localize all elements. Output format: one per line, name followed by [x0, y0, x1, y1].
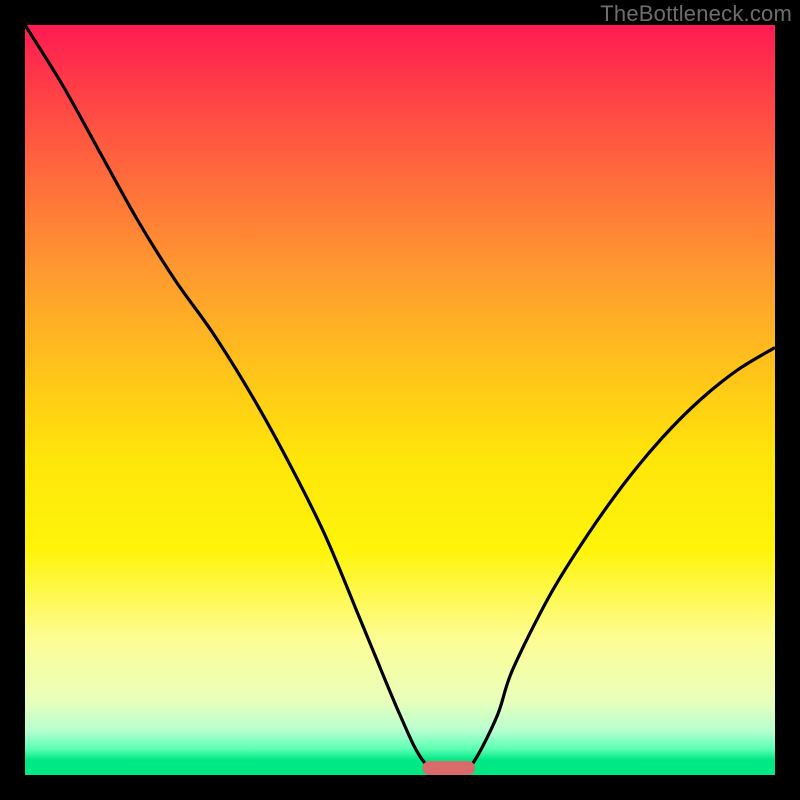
bottleneck-curve [25, 25, 775, 775]
optimal-range-marker [423, 761, 476, 775]
bottleneck-curve-svg [25, 25, 775, 775]
watermark-text: TheBottleneck.com [600, 1, 792, 27]
chart-plot-area [25, 25, 775, 775]
